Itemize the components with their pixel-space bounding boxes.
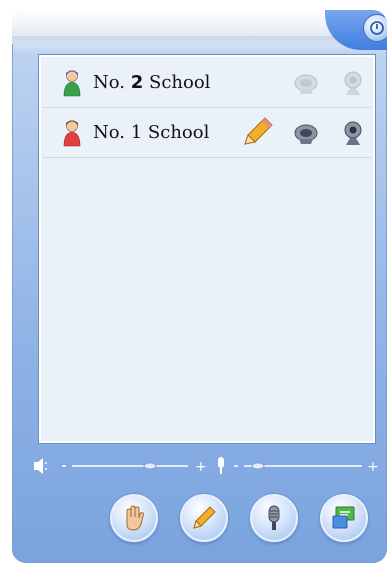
user-green-icon [63, 70, 81, 97]
speaker-icon[interactable] [293, 121, 321, 147]
speaker-volume-icon [34, 458, 47, 474]
webcam-icon[interactable] [339, 71, 367, 97]
pencil-icon[interactable] [239, 116, 275, 148]
microphone-button[interactable] [250, 494, 298, 542]
webcam-icon[interactable] [339, 121, 367, 147]
raise-hand-icon [126, 505, 144, 531]
raise-hand-button[interactable] [110, 494, 158, 542]
pencil-icon [193, 506, 216, 529]
close-icon [370, 21, 384, 35]
microphone-icon [268, 505, 280, 530]
row-label: No. 2 School [93, 72, 211, 93]
user-list: No. 2 School No. 1 School [38, 54, 376, 444]
pencil-button[interactable] [180, 494, 228, 542]
speaker-plus: + [195, 459, 207, 475]
row-label: No. 1 School [93, 122, 210, 143]
volume-controls: + + [34, 457, 379, 475]
close-button[interactable] [363, 14, 387, 42]
chat-button[interactable] [320, 494, 368, 542]
mic-plus: + [367, 459, 379, 475]
list-item[interactable]: No. 2 School [43, 59, 371, 108]
list-item[interactable]: No. 1 School [43, 109, 371, 158]
mic-volume-icon [218, 457, 224, 474]
app-window: No. 2 School No. 1 School + + [12, 10, 387, 563]
speaker-icon[interactable] [293, 71, 321, 97]
speaker-volume-thumb[interactable] [143, 462, 157, 470]
mic-volume-thumb[interactable] [251, 462, 265, 470]
user-red-icon [63, 120, 81, 147]
chat-icon [332, 506, 355, 529]
